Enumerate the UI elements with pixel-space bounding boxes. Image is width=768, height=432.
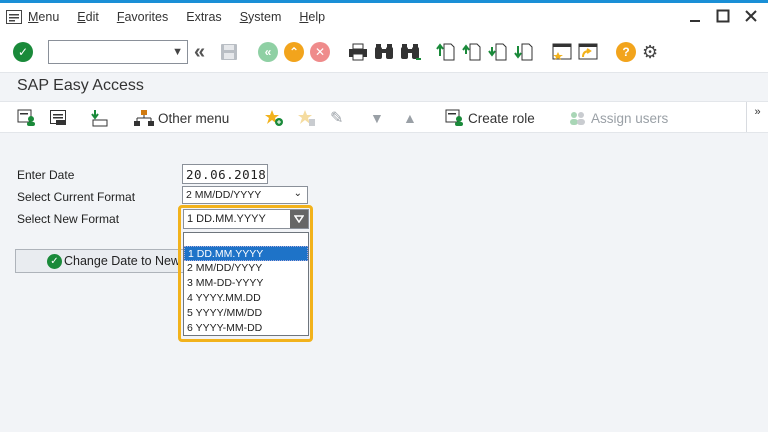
menu-item-favorites[interactable]: Favorites	[117, 10, 168, 24]
edit-pencil-icon[interactable]: ✎	[330, 108, 343, 128]
current-format-select[interactable]: 2 MM/DD/YYYY ⌄	[182, 186, 308, 204]
find-icon[interactable]	[374, 40, 394, 64]
create-role-button[interactable]: Create role	[445, 108, 535, 128]
settings-gear-icon[interactable]: ⚙	[642, 40, 658, 64]
create-role-icon	[445, 109, 463, 126]
last-page-icon[interactable]	[514, 40, 534, 64]
new-format-label: Select New Format	[17, 212, 120, 226]
move-down-icon[interactable]: ▼	[370, 108, 384, 128]
minimize-icon[interactable]	[688, 9, 702, 23]
print-icon[interactable]	[348, 40, 368, 64]
dropdown-blank-option[interactable]	[184, 233, 308, 246]
enter-date-input[interactable]: 20.06.2018	[182, 164, 268, 184]
transfer-icon[interactable]	[91, 108, 109, 128]
close-icon[interactable]	[744, 9, 758, 23]
dropdown-option[interactable]: 3 MM-DD-YYYY	[184, 276, 308, 291]
page-title: SAP Easy Access	[17, 77, 144, 94]
users-icon	[570, 112, 585, 125]
user-menu-icon[interactable]	[17, 108, 37, 128]
hierarchy-icon	[134, 110, 154, 126]
standard-toolbar: ✓ ▼ « « ⌃ ✕ ? ⚙	[0, 31, 768, 73]
find-next-icon[interactable]	[400, 40, 422, 64]
cancel-icon[interactable]: ✕	[310, 40, 330, 64]
menu-item-extras[interactable]: Extras	[186, 10, 221, 24]
previous-page-icon[interactable]	[462, 40, 482, 64]
chevron-down-icon[interactable]: ⌄	[294, 188, 302, 199]
dropdown-option[interactable]: 1 DD.MM.YYYY	[184, 246, 308, 261]
app-menu-icon[interactable]	[0, 3, 28, 31]
dropdown-option[interactable]: 2 MM/DD/YYYY	[184, 261, 308, 276]
assign-users-label: Assign users	[591, 110, 669, 126]
sap-menu-icon[interactable]	[50, 108, 68, 128]
first-page-icon[interactable]	[436, 40, 456, 64]
exit-icon[interactable]: ⌃	[284, 40, 304, 64]
save-icon[interactable]	[220, 40, 238, 64]
maximize-icon[interactable]	[716, 9, 730, 23]
check-icon: ✓	[47, 254, 62, 269]
dropdown-option[interactable]: 5 YYYY/MM/DD	[184, 306, 308, 321]
new-format-value: 1 DD.MM.YYYY	[187, 213, 266, 225]
next-page-icon[interactable]	[488, 40, 508, 64]
command-field[interactable]: ▼	[48, 40, 188, 64]
add-favorite-icon[interactable]	[264, 108, 284, 128]
menu-item-menu[interactable]: Menu	[28, 10, 59, 24]
delete-favorite-icon[interactable]	[297, 108, 317, 128]
application-toolbar: Other menu ✎ ▼ ▲ Create role Assign user…	[0, 101, 768, 133]
chevron-down-icon[interactable]: ▼	[172, 46, 183, 58]
dropdown-option[interactable]: 4 YYYY.MM.DD	[184, 291, 308, 306]
menu-bar: Menu Edit Favorites Extras System Help	[0, 3, 768, 31]
move-up-icon[interactable]: ▲	[403, 108, 417, 128]
double-chevron-left-icon[interactable]: «	[194, 40, 205, 64]
menu-item-system[interactable]: System	[240, 10, 282, 24]
dropdown-option[interactable]: 6 YYYY-MM-DD	[184, 321, 308, 336]
new-session-icon[interactable]	[552, 40, 572, 64]
other-menu-label: Other menu	[158, 110, 230, 126]
current-format-label: Select Current Format	[17, 190, 136, 204]
help-icon[interactable]: ?	[616, 40, 636, 64]
shortcut-icon[interactable]	[578, 40, 598, 64]
change-date-button[interactable]: ✓ Change Date to New Format	[15, 249, 185, 273]
format-dropdown-list: 1 DD.MM.YYYY 2 MM/DD/YYYY 3 MM-DD-YYYY 4…	[183, 232, 309, 336]
chevron-down-icon[interactable]	[290, 210, 308, 228]
enter-icon[interactable]: ✓	[13, 40, 33, 64]
change-date-button-label: Change Date to New Format	[64, 254, 184, 268]
other-menu-button[interactable]: Other menu	[134, 108, 229, 128]
current-format-value: 2 MM/DD/YYYY	[186, 189, 262, 201]
menu-item-help[interactable]: Help	[299, 10, 325, 24]
more-actions-button[interactable]: »	[746, 102, 768, 132]
enter-date-label: Enter Date	[17, 168, 75, 182]
back-icon[interactable]: «	[258, 40, 278, 64]
assign-users-button[interactable]: Assign users	[568, 108, 668, 128]
create-role-label: Create role	[468, 110, 535, 126]
new-format-select[interactable]: 1 DD.MM.YYYY	[183, 209, 309, 229]
menu-item-edit[interactable]: Edit	[77, 10, 99, 24]
